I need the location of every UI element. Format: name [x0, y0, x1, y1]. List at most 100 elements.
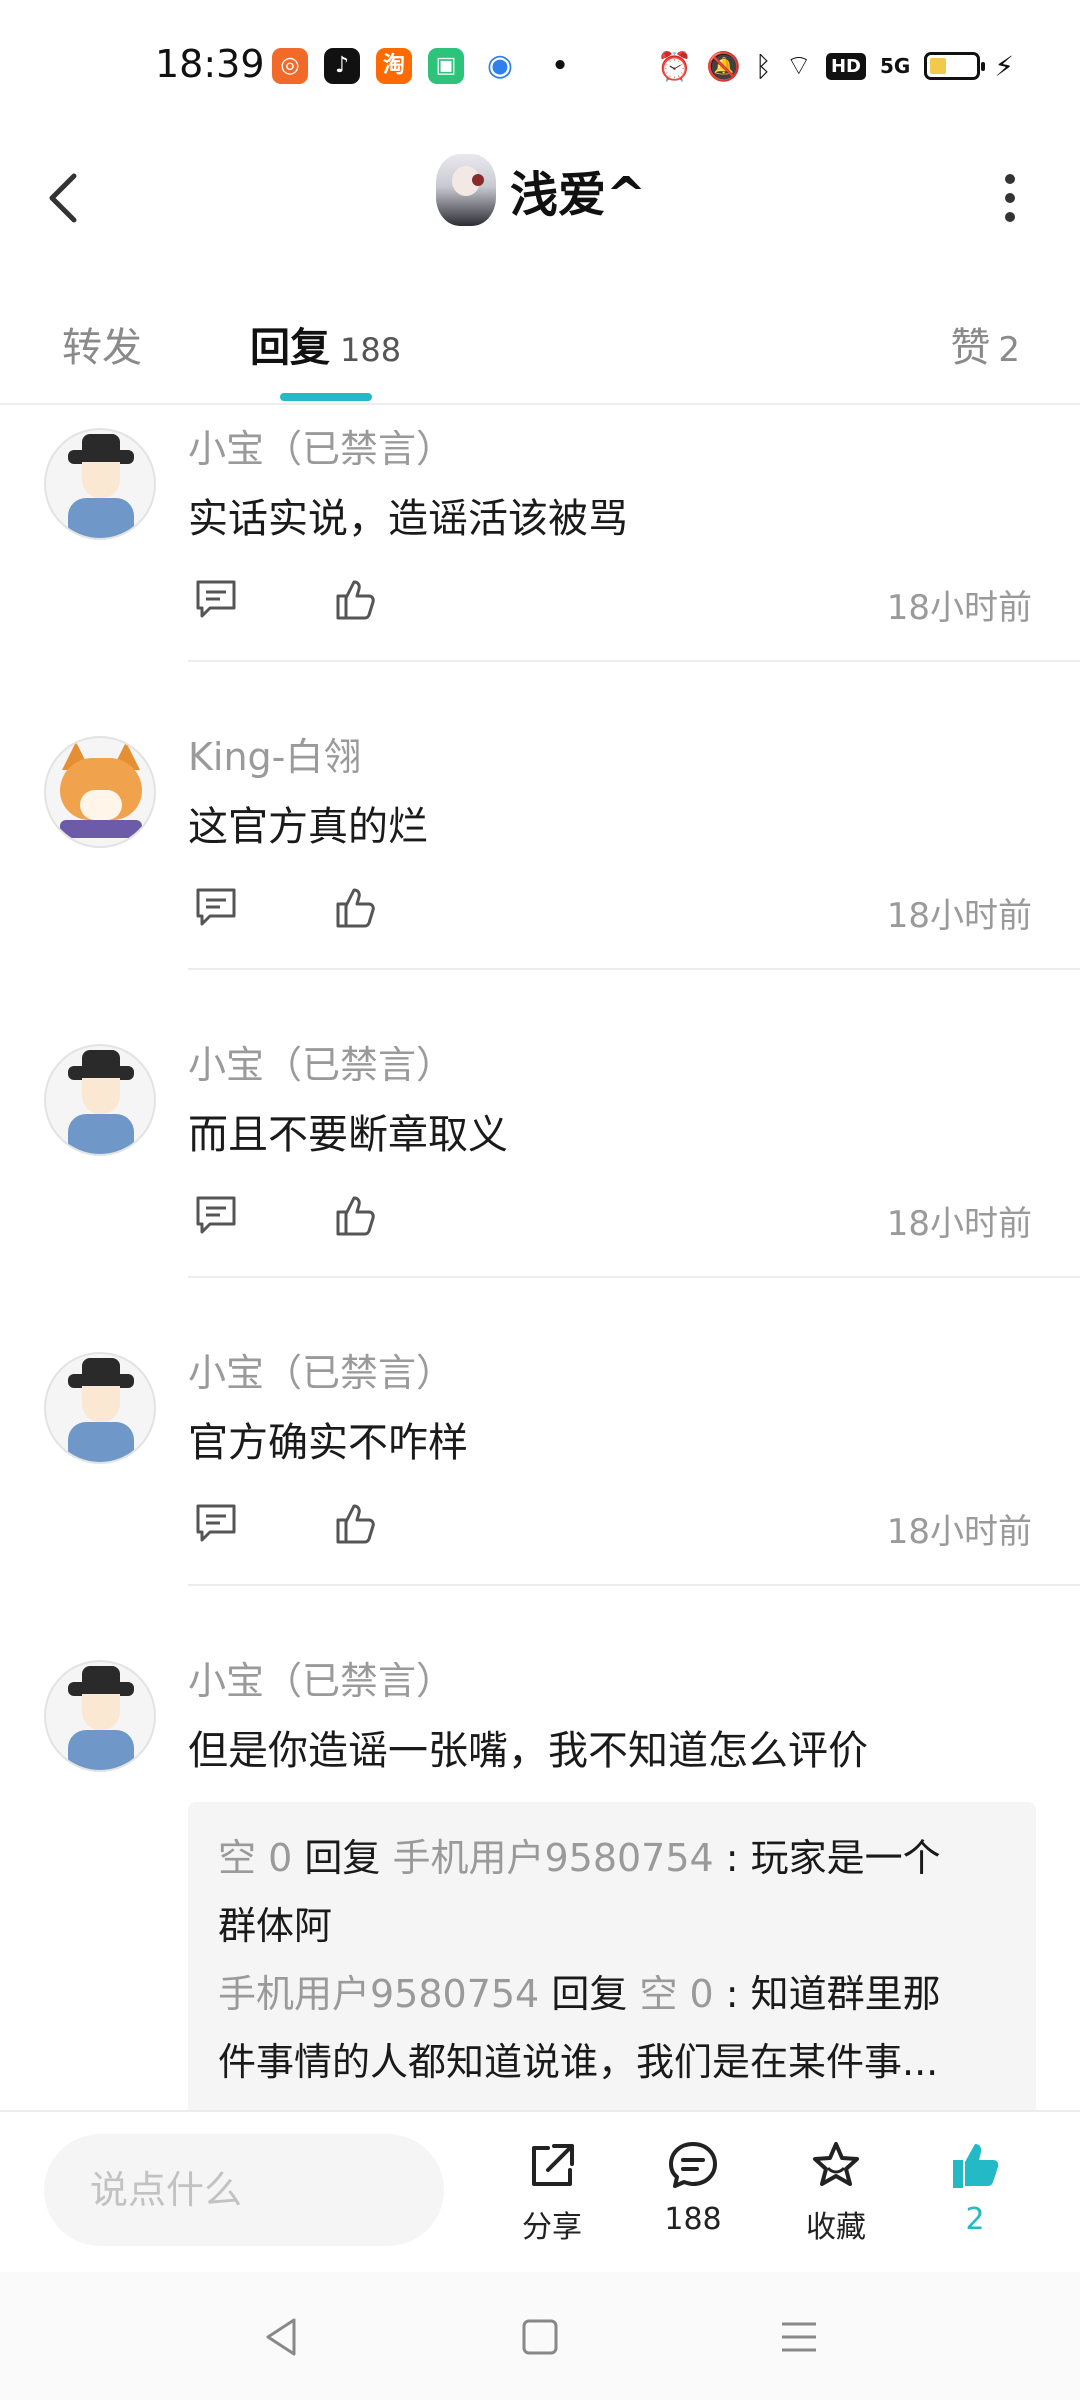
comment-button[interactable]: 188 [638, 2138, 748, 2237]
comment-actions: 18小时前 [188, 1192, 1036, 1244]
comment-text: 而且不要断章取义 [188, 1112, 508, 1158]
comment-author[interactable]: 小宝（已禁言） [188, 418, 454, 473]
bottom-action-bar: 说点什么 分享 188 收藏 2 [0, 2110, 1080, 2272]
comment-time: 18小时前 [886, 1512, 1032, 1552]
star-icon [813, 2142, 859, 2186]
comment-time: 18小时前 [886, 896, 1032, 936]
comment-bubble-icon [669, 2142, 717, 2188]
like-count: 2 [965, 2202, 985, 2237]
tab-forward-label: 转发 [62, 325, 142, 371]
sub-reply-verb: 回复 [304, 1836, 381, 1880]
thumbs-up-filled-icon [953, 2144, 999, 2188]
back-arrow-icon[interactable] [40, 168, 90, 228]
top-header: 浅爱^ [0, 140, 1080, 250]
comment-text: 实话实说，造谣活该被骂 [188, 496, 628, 542]
status-bar: 18:39 ◎ ♪ 淘 ▣ ◉ • ⏰ 🔕 ᛒ ⌔ HD 5G ⚡ [0, 0, 1080, 130]
mute-icon: 🔕 [705, 49, 741, 83]
comment-author[interactable]: 小宝（已禁言） [188, 1342, 454, 1397]
list-item: 小宝（已禁言） 官方确实不咋样 18小时前 [0, 1332, 1080, 1588]
reply-icon[interactable] [192, 1500, 240, 1548]
reply-icon[interactable] [192, 884, 240, 932]
sub-reply-to[interactable]: 手机用户9580754 [392, 1836, 713, 1880]
post-author[interactable]: 浅爱^ [436, 154, 646, 226]
dot-icon: • [551, 51, 569, 81]
user-avatar[interactable] [44, 428, 156, 540]
favorite-button[interactable]: 收藏 [781, 2138, 891, 2246]
status-time: 18:39 [155, 42, 265, 86]
comment-text: 这官方真的烂 [188, 804, 428, 850]
alarm-icon: ⏰ [657, 49, 692, 83]
favorite-label: 收藏 [806, 2210, 866, 2245]
divider [188, 1276, 1080, 1278]
sub-reply: 空 0 回复 手机用户9580754 : 玩家是一个 群体阿 [218, 1824, 1006, 1960]
tiktok-icon: ♪ [324, 48, 360, 84]
tab-forward[interactable]: 转发 [62, 315, 142, 373]
tab-like[interactable]: 赞2 [950, 315, 1020, 373]
nav-back-icon[interactable] [256, 2312, 306, 2362]
divider [188, 968, 1080, 970]
sub-reply-from[interactable]: 手机用户9580754 [218, 1972, 539, 2016]
comment-author[interactable]: 小宝（已禁言） [188, 1650, 454, 1705]
sub-reply: 手机用户9580754 回复 空 0 : 知道群里那 件事情的人都知道说谁，我们… [218, 1960, 1006, 2096]
reply-icon[interactable] [192, 576, 240, 624]
hd-icon: HD [825, 52, 866, 80]
chat-icon: ◎ [272, 48, 308, 84]
comment-actions: 18小时前 [188, 576, 1036, 628]
taobao-icon: 淘 [376, 48, 412, 84]
nav-home-icon[interactable] [515, 2312, 565, 2362]
user-avatar[interactable] [44, 1044, 156, 1156]
browser-icon: ◉ [482, 48, 518, 84]
comment-author[interactable]: King-白翎 [188, 726, 361, 781]
thumbs-up-icon[interactable] [332, 1192, 380, 1240]
share-icon [532, 2144, 574, 2186]
wifi-icon: ⌔ [785, 48, 812, 82]
tab-bar: 转发 回复 188 赞2 [0, 295, 1080, 405]
sub-reply-text: : 知道群里那 [713, 1972, 941, 2016]
more-options-icon[interactable] [1004, 174, 1016, 222]
share-button[interactable]: 分享 [497, 2138, 607, 2246]
bluetooth-icon: ᛒ [754, 49, 772, 83]
user-avatar[interactable] [44, 1660, 156, 1772]
reply-list[interactable]: 小宝（已禁言） 实话实说，造谣活该被骂 18小时前 King-白翎 这官方真的烂… [0, 408, 1080, 2110]
user-avatar[interactable] [44, 736, 156, 848]
comment-author[interactable]: 小宝（已禁言） [188, 1034, 454, 1089]
sub-reply-to[interactable]: 空 0 [639, 1972, 713, 2016]
divider [188, 660, 1080, 662]
list-item: King-白翎 这官方真的烂 18小时前 [0, 716, 1080, 972]
comment-time: 18小时前 [886, 588, 1032, 628]
author-avatar[interactable] [436, 154, 496, 226]
thumbs-up-icon[interactable] [332, 884, 380, 932]
nav-menu-icon[interactable] [774, 2312, 824, 2362]
tab-reply-count: 188 [340, 331, 402, 369]
system-nav-bar [0, 2272, 1080, 2400]
reply-icon[interactable] [192, 1192, 240, 1240]
comment-count: 188 [664, 2202, 722, 2237]
list-item: 小宝（已禁言） 实话实说，造谣活该被骂 18小时前 [0, 408, 1080, 664]
comment-input[interactable]: 说点什么 [44, 2134, 444, 2246]
sub-reply-text-cont: 件事情的人都知道说谁，我们是在某件事... [218, 2040, 939, 2084]
user-avatar[interactable] [44, 1352, 156, 1464]
mall-icon: ▣ [428, 48, 464, 84]
tab-like-count: 2 [998, 330, 1020, 370]
sub-reply-box[interactable]: 空 0 回复 手机用户9580754 : 玩家是一个 群体阿 手机用户95807… [188, 1802, 1036, 2110]
divider [188, 1584, 1080, 1586]
sub-reply-text: : 玩家是一个 [713, 1836, 941, 1880]
tab-reply-label: 回复 [250, 325, 330, 371]
tab-like-label: 赞 [950, 325, 991, 371]
share-label: 分享 [522, 2210, 582, 2245]
tab-reply[interactable]: 回复 188 [250, 315, 401, 373]
comment-actions: 18小时前 [188, 884, 1036, 936]
like-button[interactable]: 2 [920, 2138, 1030, 2237]
active-tab-indicator [280, 393, 372, 401]
page-title: 浅爱^ [510, 167, 647, 223]
sub-reply-verb: 回复 [551, 1972, 628, 2016]
list-item: 小宝（已禁言） 而且不要断章取义 18小时前 [0, 1024, 1080, 1280]
comment-text: 官方确实不咋样 [188, 1420, 468, 1466]
list-item: 小宝（已禁言） 但是你造谣一张嘴，我不知道怎么评价 空 0 回复 手机用户958… [0, 1640, 1080, 2110]
sub-reply-text-cont: 群体阿 [218, 1904, 333, 1948]
charging-icon: ⚡ [994, 49, 1014, 83]
signal-5g-icon: 5G [879, 54, 911, 78]
sub-reply-from[interactable]: 空 0 [218, 1836, 292, 1880]
thumbs-up-icon[interactable] [332, 576, 380, 624]
thumbs-up-icon[interactable] [332, 1500, 380, 1548]
